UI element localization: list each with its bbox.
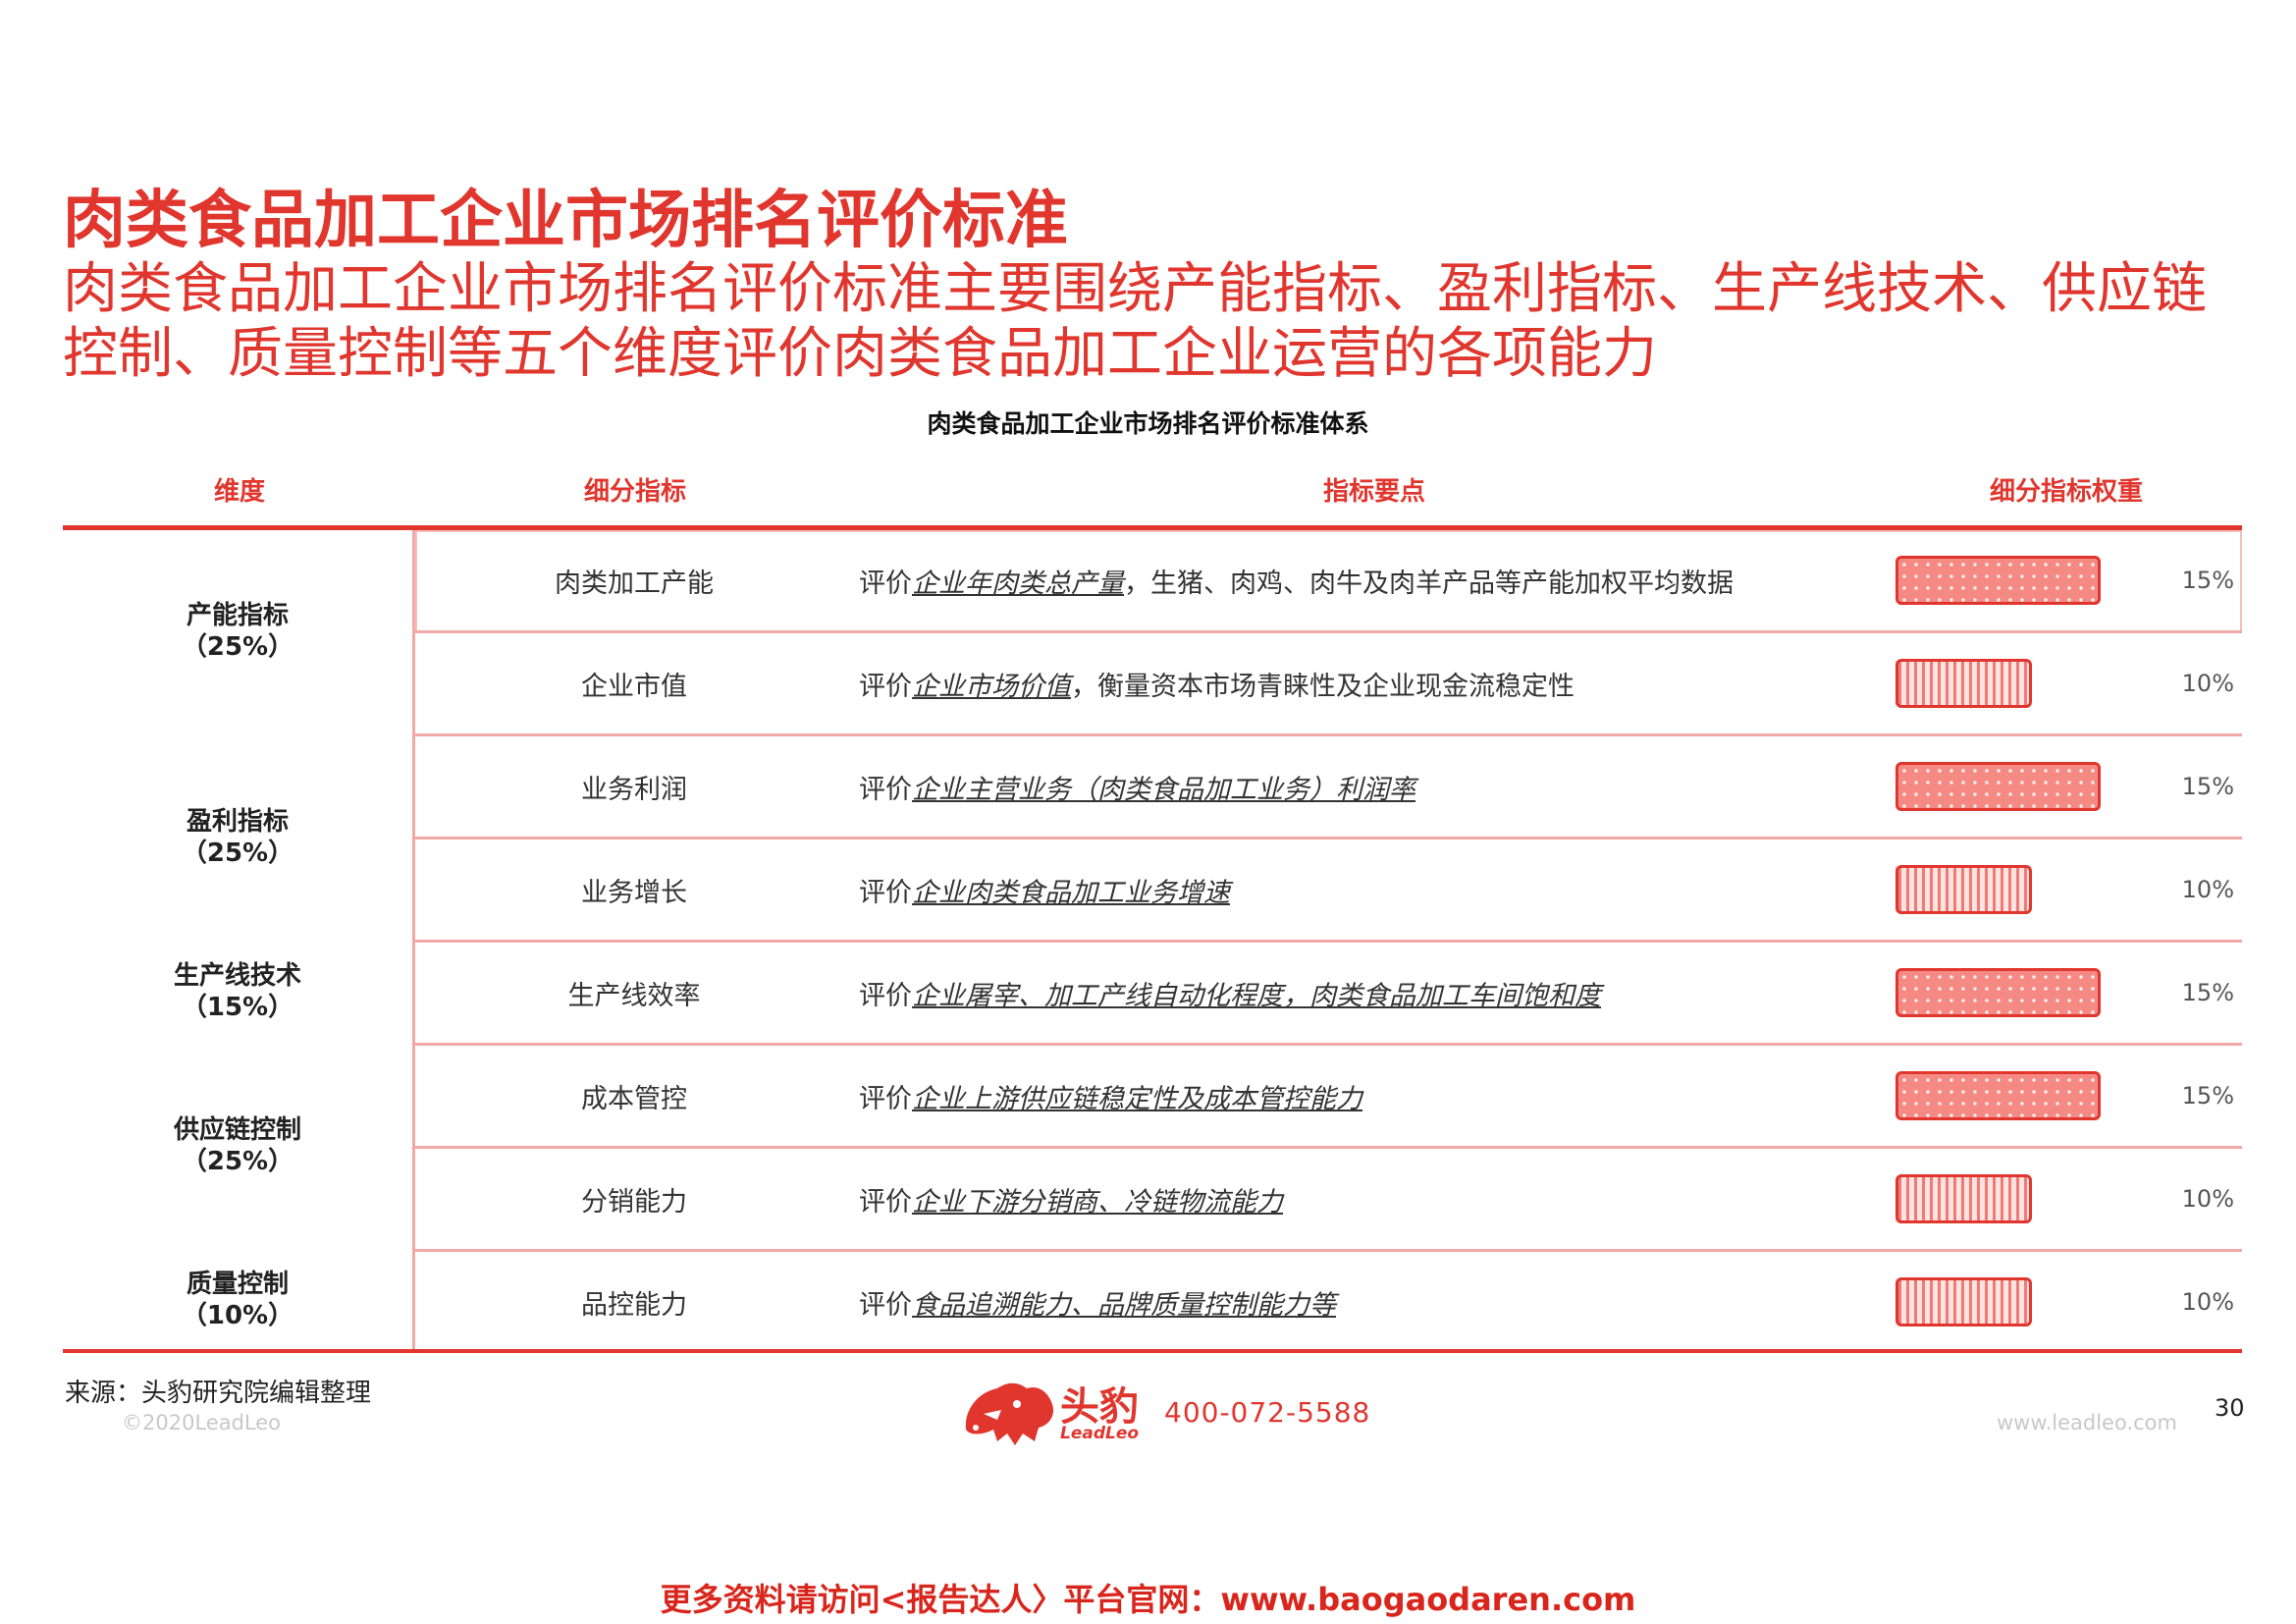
- table-row: 成本管控 评价 企业上游供应链稳定性及成本管控能力 15%: [415, 1046, 2242, 1149]
- table-bottom-rule: [63, 1349, 2242, 1353]
- logo-english-name: LeadLeo: [1060, 1424, 1140, 1443]
- key-points-emphasis: 企业市场价值: [912, 671, 1071, 702]
- sub-indicator: 品控能力: [581, 1289, 687, 1321]
- sub-indicator: 肉类加工产能: [555, 568, 714, 599]
- weight-bar: [1896, 659, 2032, 708]
- key-points-emphasis: 企业下游分销商、冷链物流能力: [912, 1186, 1283, 1218]
- key-points-prefix: 评价: [859, 774, 912, 805]
- key-points-emphasis: 企业上游供应链稳定性及成本管控能力: [912, 1083, 1362, 1114]
- weight-label: 15%: [2181, 1082, 2234, 1110]
- dimension-name: 生产线技术: [173, 961, 301, 991]
- key-points: 评价 企业屠宰、加工产线自动化程度，肉类食品加工车间饱和度: [859, 943, 1601, 1043]
- header-weight: 细分指标权重: [1989, 477, 2143, 507]
- key-points: 评价 企业市场价值 ，衡量资本市场青睐性及企业现金流稳定性: [859, 633, 1575, 733]
- key-points: 评价 企业下游分销商、冷链物流能力: [859, 1149, 1283, 1249]
- table-row: 企业市值 评价 企业市场价值 ，衡量资本市场青睐性及企业现金流稳定性 10%: [415, 633, 2242, 736]
- table-title: 肉类食品加工企业市场排名评价标准体系: [927, 409, 1369, 438]
- table-row: 肉类加工产能 评价 企业年肉类总产量 ，生猪、肉鸡、肉牛及肉羊产品等产能加权平均数据…: [415, 530, 2242, 633]
- key-points-rest: ，生猪、肉鸡、肉牛及肉羊产品等产能加权平均数据: [1124, 568, 1734, 599]
- dimension-capacity: 产能指标 （25%）: [63, 600, 412, 663]
- source-note: 来源：头豹研究院编辑整理: [65, 1379, 372, 1408]
- dimension-weight: （15%）: [181, 993, 294, 1022]
- weight-label: 15%: [2181, 567, 2234, 594]
- key-points-prefix: 评价: [859, 671, 912, 702]
- weight-bar: [1896, 1174, 2032, 1223]
- weight-bar: [1896, 1071, 2101, 1120]
- sub-indicator: 生产线效率: [567, 980, 701, 1011]
- weight-bar: [1896, 865, 2032, 914]
- sub-indicator: 企业市值: [581, 671, 687, 702]
- key-points-prefix: 评价: [859, 980, 912, 1011]
- weight-label: 10%: [2181, 876, 2234, 903]
- weight-label: 10%: [2181, 1288, 2234, 1316]
- table-row: 生产线效率 评价 企业屠宰、加工产线自动化程度，肉类食品加工车间饱和度 15%: [415, 943, 2242, 1046]
- dimension-weight: （25%）: [181, 632, 294, 662]
- header-dimension: 维度: [213, 477, 265, 507]
- key-points-prefix: 评价: [859, 877, 912, 908]
- key-points-emphasis: 食品追溯能力、品牌质量控制能力等: [912, 1289, 1336, 1321]
- sub-indicator: 分销能力: [581, 1186, 687, 1218]
- dimension-name: 供应链控制: [173, 1115, 301, 1145]
- weight-label: 15%: [2181, 979, 2234, 1006]
- table-row: 业务增长 评价 企业肉类食品加工业务增速 10%: [415, 839, 2242, 943]
- page-subtitle: 肉类食品加工企业市场排名评价标准主要围绕产能指标、盈利指标、生产线技术、供应链控…: [63, 257, 2207, 386]
- key-points: 评价 企业上游供应链稳定性及成本管控能力: [859, 1046, 1362, 1146]
- dimension-profit: 盈利指标 （25%）: [63, 806, 412, 869]
- key-points-rest: ，衡量资本市场青睐性及企业现金流稳定性: [1071, 671, 1575, 702]
- phone-number: 400-072-5588: [1164, 1396, 1371, 1429]
- dimension-name: 盈利指标: [186, 807, 289, 837]
- key-points-prefix: 评价: [859, 1186, 912, 1218]
- copyright: ©2020LeadLeo: [122, 1411, 281, 1435]
- weight-label: 15%: [2181, 773, 2234, 800]
- table-row: 品控能力 评价 食品追溯能力、品牌质量控制能力等 10%: [415, 1252, 2242, 1355]
- sub-indicator: 业务增长: [581, 877, 687, 908]
- weight-bar: [1896, 968, 2101, 1017]
- dimension-quality: 质量控制 （10%）: [63, 1269, 412, 1331]
- page-title: 肉类食品加工企业市场排名评价标准: [63, 185, 1068, 257]
- dimension-weight: （25%）: [181, 839, 294, 868]
- weight-bar: [1896, 762, 2101, 811]
- key-points-prefix: 评价: [859, 568, 912, 599]
- key-points-prefix: 评价: [859, 1289, 912, 1321]
- dimension-production-tech: 生产线技术 （15%）: [63, 960, 412, 1023]
- promo-banner: 更多资料请访问<报告达人〉平台官网：www.baogaodaren.com: [660, 1581, 1636, 1618]
- weight-label: 10%: [2181, 1185, 2234, 1213]
- header-sub-indicator: 细分指标: [583, 477, 686, 507]
- key-points-emphasis: 企业主营业务（肉类食品加工业务）利润率: [912, 774, 1415, 805]
- weight-bar: [1896, 556, 2101, 605]
- dimension-supply-chain: 供应链控制 （25%）: [63, 1114, 412, 1177]
- dimension-name: 质量控制: [186, 1270, 289, 1299]
- dimension-weight: （10%）: [181, 1301, 294, 1330]
- page-number: 30: [2215, 1394, 2245, 1422]
- table-row: 分销能力 评价 企业下游分销商、冷链物流能力 10%: [415, 1149, 2242, 1252]
- dimension-weight: （25%）: [181, 1147, 294, 1176]
- key-points-prefix: 评价: [859, 1083, 912, 1114]
- dimension-name: 产能指标: [186, 601, 289, 630]
- sub-indicator: 业务利润: [581, 774, 687, 805]
- website: www.leadleo.com: [1997, 1411, 2177, 1435]
- key-points: 评价 企业主营业务（肉类食品加工业务）利润率: [859, 736, 1415, 837]
- header-key-points: 指标要点: [1322, 477, 1425, 507]
- key-points-emphasis: 企业肉类食品加工业务增速: [912, 877, 1230, 908]
- key-points-emphasis: 企业屠宰、加工产线自动化程度，肉类食品加工车间饱和度: [912, 980, 1601, 1011]
- sub-indicator: 成本管控: [581, 1083, 687, 1114]
- key-points: 评价 企业肉类食品加工业务增速: [859, 839, 1230, 940]
- weight-label: 10%: [2181, 670, 2234, 697]
- table-row: 业务利润 评价 企业主营业务（肉类食品加工业务）利润率 15%: [415, 736, 2242, 839]
- key-points: 评价 食品追溯能力、品牌质量控制能力等: [859, 1252, 1336, 1352]
- weight-bar: [1896, 1277, 2032, 1326]
- key-points-emphasis: 企业年肉类总产量: [912, 568, 1124, 599]
- key-points: 评价 企业年肉类总产量 ，生猪、肉鸡、肉牛及肉羊产品等产能加权平均数据: [859, 530, 1734, 630]
